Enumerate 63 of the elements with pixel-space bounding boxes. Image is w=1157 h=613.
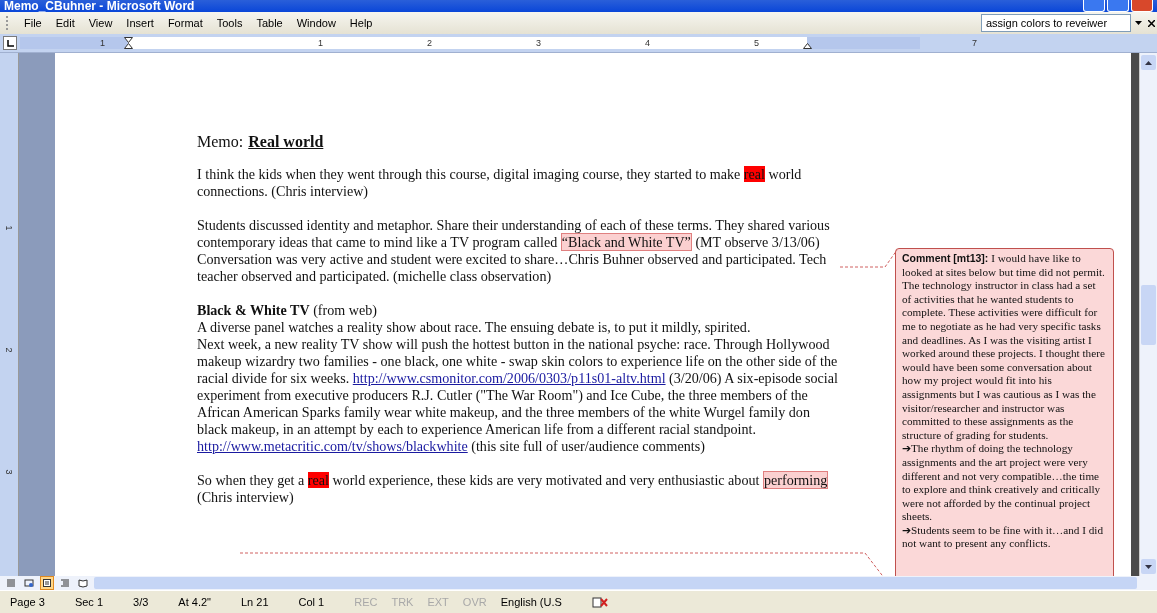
scroll-down-button[interactable] (1141, 559, 1156, 574)
menu-item[interactable]: Tools (209, 17, 250, 29)
paragraph: Black & White TV (from web) A diverse panel watches a reality show about race. The ensuing debate is, to put it mildly, spirited. Next week, a new reality TV show will push the hottest button in the national psyche: race. Through Hollywood makeup wizardry two families - one black, one white - swap skin colors to experience life on the other side of the racial divide for six weeks. http://www.csmonitor.com/2006/0303/p11s01-altv.html (3/20/06) A six-episode social experiment from executive producers R.J. Cutler ("The War Room") and Ice Cube, the three members of the African American Sparks family wear white makeup, and the three members of the white Wurgel family don black makeup, in an attempt by each to experience American life from a different racial standpoint. http://www.metacritic.com/tv/shows/blackwhite (this site full of user/audience comments) (197, 302, 839, 455)
menu-item[interactable]: File (17, 17, 49, 29)
menu-item[interactable]: View (81, 17, 120, 29)
status-item: Page 3 (10, 596, 45, 608)
minimize-button[interactable] (1083, 0, 1105, 12)
scroll-up-button[interactable] (1141, 55, 1156, 70)
tab-stop-icon (6, 39, 14, 47)
ruler-number: 4 (645, 38, 650, 48)
maximize-button[interactable] (1107, 0, 1129, 12)
ruler-number: 5 (754, 38, 759, 48)
memo-heading: Real world (248, 133, 324, 150)
status-item: English (U.S (500, 596, 562, 608)
status-item: Sec 1 (74, 596, 103, 608)
tab-selector[interactable] (3, 36, 17, 50)
vertical-scrollbar[interactable] (1139, 53, 1157, 576)
paragraph: I think the kids when they went through this course, digital imaging course, they started to make real world connections. (Chris interview) (197, 166, 803, 200)
link[interactable]: http://www.csmonitor.com/2006/0303/p11s01-altv.html (352, 370, 666, 386)
close-icon[interactable] (1148, 19, 1155, 27)
status-item: OVR (462, 596, 487, 608)
dropdown-arrow-icon[interactable] (1135, 21, 1142, 25)
help-search-field[interactable]: assign colors to reveiwer (981, 14, 1131, 32)
ruler-number: 3 (4, 469, 14, 475)
paragraph: So when they get a real world experience, these kids are very motivated and very enthusiastic about performing (Chris interview) (197, 472, 830, 506)
ruler-number: 2 (427, 38, 432, 48)
ruler-number: 1 (318, 38, 323, 48)
spelling-status-icon (591, 596, 608, 608)
paragraph: Students discussed identity and metaphor. Share their understanding of each of these terms. They shared various contemporary ideas that came to mind like a TV program called “Black and White TV” (MT observe 3/13/06) Conversation was very active and student were excited to share…Chris Buhner observed and participated. Tech teacher observed and participated. (michelle class observation) (197, 217, 831, 285)
menu-item[interactable]: Edit (48, 17, 82, 29)
ruler-number: 7 (972, 38, 977, 48)
ruler-number: 1 (4, 225, 14, 231)
view-button[interactable] (40, 576, 54, 590)
menu-item[interactable]: Table (249, 17, 290, 29)
menu-item[interactable]: Window (289, 17, 343, 29)
indent-marker[interactable] (124, 37, 133, 49)
ruler-number: 3 (536, 38, 541, 48)
grip-icon (6, 16, 11, 30)
comment-text: ➔The rhythm of doing the technology assignments and the art project were very different and not very compatible…the time to explore and think creatively and critically were not afforded by the continual project sheets. (902, 442, 1102, 524)
memo-label: Memo: (197, 133, 244, 150)
link[interactable]: http://www.metacritic.com/tv/shows/blackwhite (197, 438, 468, 454)
comment-text: ➔Students seem to be fine with it…and I did not want to present any conflicts. (902, 523, 1105, 552)
status-item: Ln 21 (240, 596, 269, 608)
ruler-number: 1 (100, 38, 105, 48)
status-item: 3/3 (133, 596, 149, 608)
status-item: At 4.2" (178, 596, 211, 608)
ruler-number: 2 (4, 347, 14, 353)
down-arrow-icon (1145, 564, 1152, 569)
close-button[interactable] (1131, 0, 1153, 12)
comment-text: Comment [mt13]: I would have like to looked at sites below but time did not permit. The technology instructor in class had a set of activities that he wanted students to complete. These activities were difficult for me to negotiate as he had very specific tasks and deadlines. As I was the visiting artist I worked around these projects. I thought there would have been some conversation about how my project would fit into his assignments but I was cautious as I was the visitor/researcher and instructor was committed to these assignments as the structure of grading for students. (902, 252, 1106, 443)
horizontal-scrollbar[interactable] (94, 577, 1137, 589)
scroll-thumb[interactable] (1141, 284, 1156, 345)
view-button[interactable] (76, 576, 90, 590)
status-item: EXT (427, 596, 449, 608)
menu-item[interactable]: Format (160, 17, 210, 29)
menu-item[interactable]: Help (342, 17, 380, 29)
status-item: Col 1 (298, 596, 325, 608)
right-indent-marker[interactable] (803, 43, 812, 49)
up-arrow-icon (1145, 60, 1152, 65)
window-title: Memo_CBuhner - Microsoft Word (4, 0, 195, 12)
status-item: TRK (391, 596, 414, 608)
menu-item[interactable]: Insert (119, 17, 161, 29)
status-item: REC (354, 596, 378, 608)
